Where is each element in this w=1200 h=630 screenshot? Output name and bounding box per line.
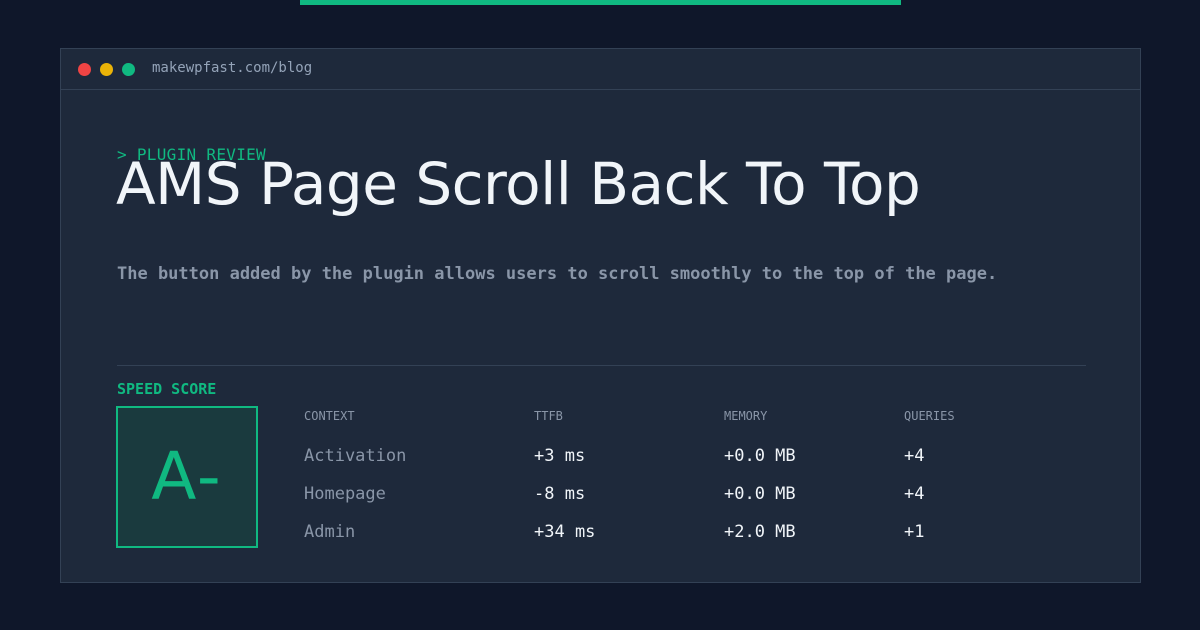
- close-window-dot[interactable]: [78, 63, 91, 76]
- row-homepage-ttfb: -8 ms: [534, 484, 586, 504]
- row-admin-memory: +2.0 MB: [724, 522, 796, 542]
- row-activation-ttfb: +3 ms: [534, 446, 586, 466]
- column-header-memory: MEMORY: [724, 409, 768, 423]
- browser-window: makewpfast.com/blog > PLUGIN REVIEW AMS …: [60, 48, 1141, 583]
- section-divider: [117, 365, 1086, 366]
- row-activation-context: Activation: [304, 446, 407, 466]
- top-accent-bar: [300, 0, 901, 5]
- grade-badge: A-: [116, 406, 258, 548]
- column-header-queries: QUERIES: [904, 409, 955, 423]
- row-activation-memory: +0.0 MB: [724, 446, 796, 466]
- row-homepage-queries: +4: [904, 484, 925, 504]
- row-admin-context: Admin: [304, 522, 356, 542]
- row-homepage-memory: +0.0 MB: [724, 484, 796, 504]
- window-titlebar: makewpfast.com/blog: [61, 49, 1140, 90]
- address-url[interactable]: makewpfast.com/blog: [152, 59, 312, 77]
- minimize-window-dot[interactable]: [100, 63, 113, 76]
- page-title: AMS Page Scroll Back To Top: [116, 150, 921, 218]
- row-admin-ttfb: +34 ms: [534, 522, 596, 542]
- grade-value: A-: [151, 438, 223, 515]
- speed-score-label: SPEED SCORE: [117, 380, 217, 398]
- row-homepage-context: Homepage: [304, 484, 386, 504]
- maximize-window-dot[interactable]: [122, 63, 135, 76]
- article-description: The button added by the plugin allows us…: [117, 264, 998, 284]
- row-admin-queries: +1: [904, 522, 925, 542]
- column-header-context: CONTEXT: [304, 409, 355, 423]
- row-activation-queries: +4: [904, 446, 925, 466]
- column-header-ttfb: TTFB: [534, 409, 563, 423]
